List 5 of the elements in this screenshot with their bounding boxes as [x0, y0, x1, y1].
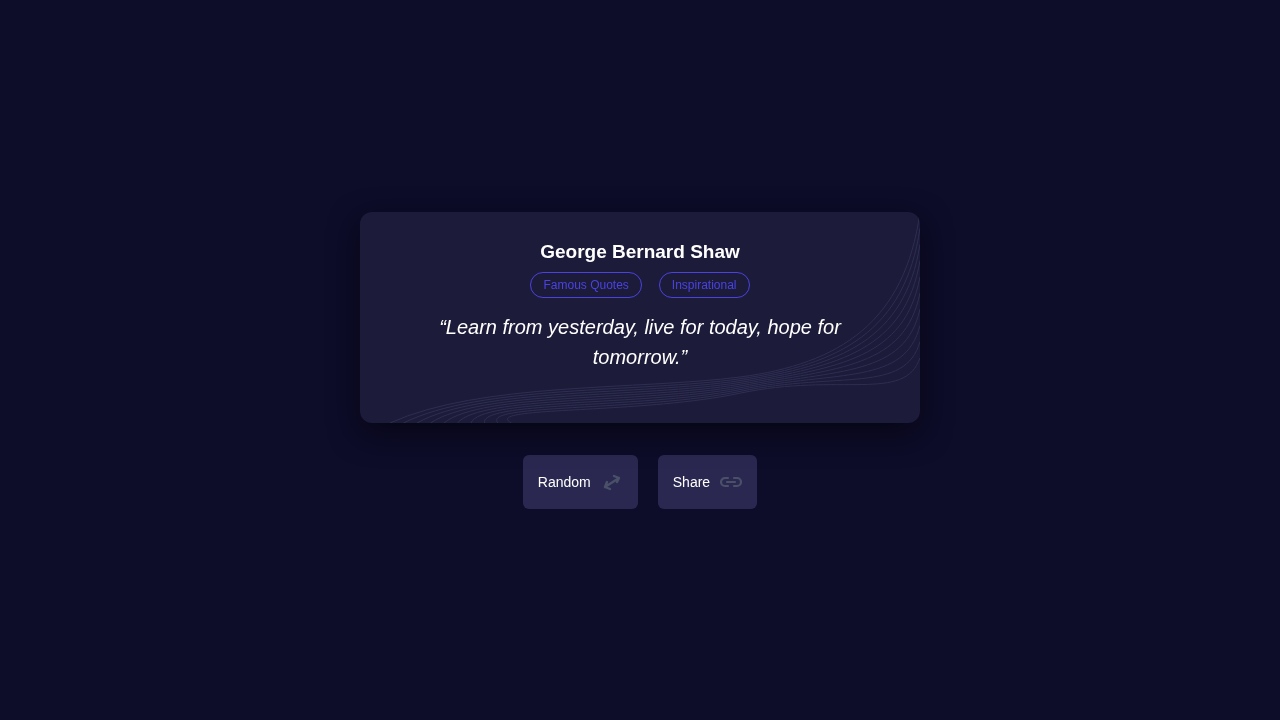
action-button[interactable]: Share	[657, 455, 758, 509]
link-icon	[720, 476, 743, 488]
quote-text: “Learn from yesterday, live for today, hope for tomorrow.”	[438, 315, 843, 370]
author-name: George Bernard Shaw	[540, 240, 740, 264]
action-button[interactable]: Random	[522, 455, 638, 509]
